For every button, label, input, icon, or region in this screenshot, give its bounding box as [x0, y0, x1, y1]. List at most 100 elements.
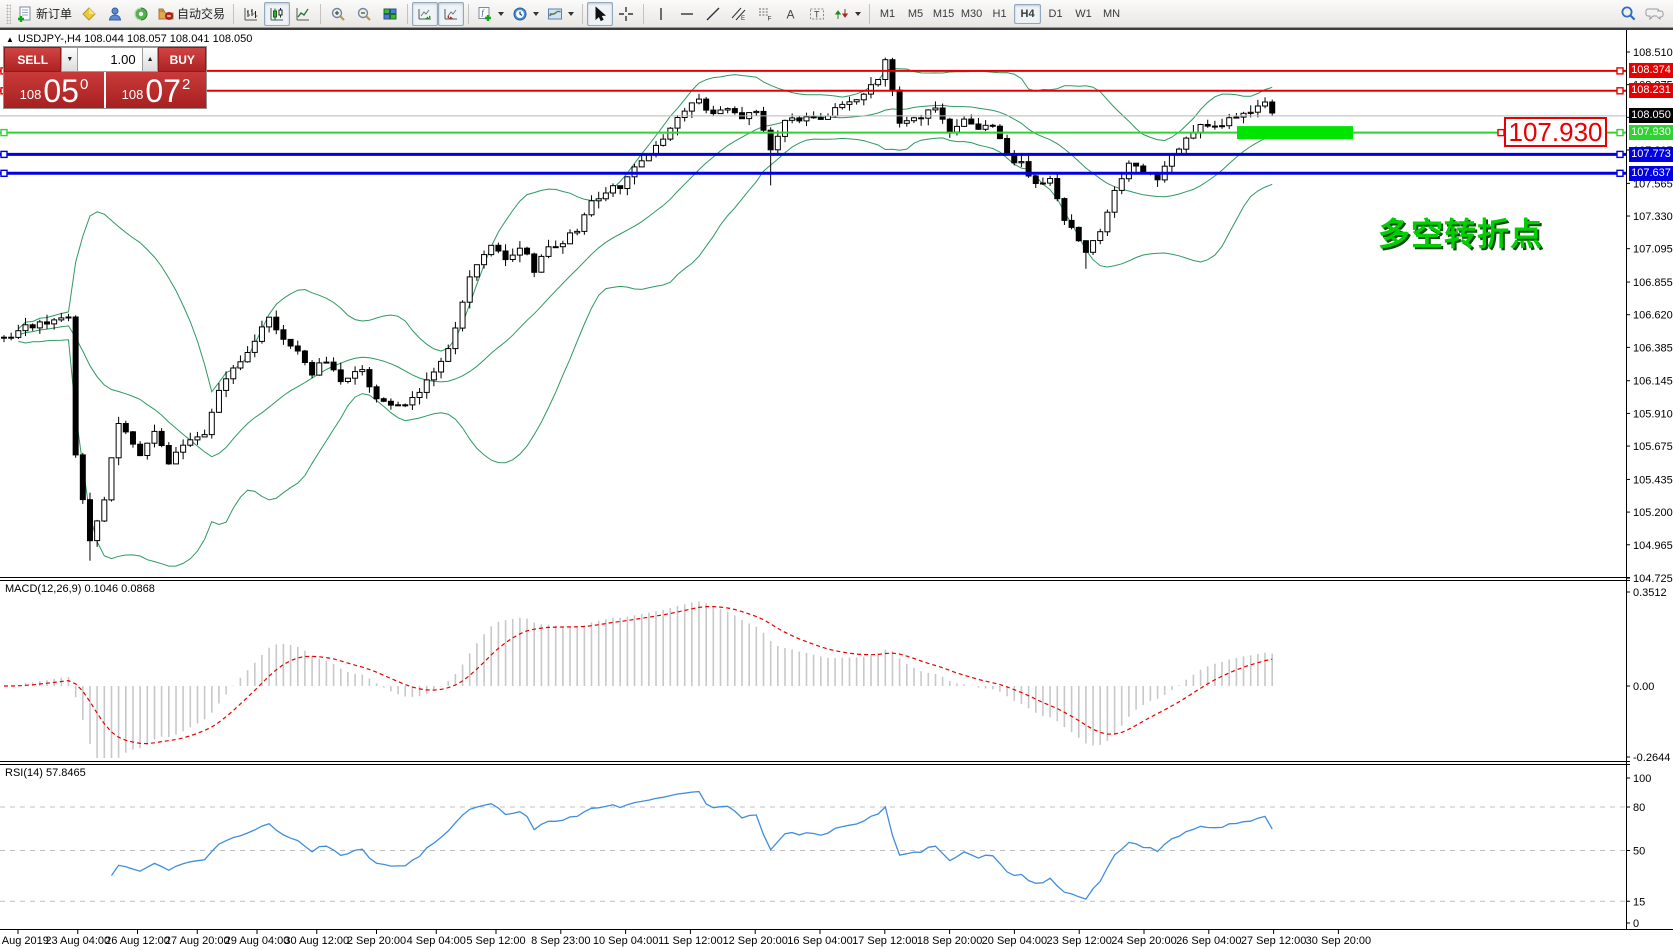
time-axis-label: 2 Sep 20:00 [347, 935, 406, 947]
timeframe-mn[interactable]: MN [1098, 4, 1125, 24]
rsi-tick-label: 0 [1633, 918, 1639, 930]
time-axis-label: 21 Aug 2019 [0, 935, 49, 947]
chat-bubbles-icon [1645, 8, 1664, 21]
toolbar-grip[interactable] [6, 3, 11, 24]
rsi-tick-label: 100 [1633, 773, 1651, 785]
new-order-label: 新订单 [36, 7, 73, 21]
time-axis-label: 27 Sep 12:00 [1241, 935, 1306, 947]
svg-text:E: E [741, 16, 745, 22]
equidistant-channel-button[interactable]: E [726, 2, 752, 26]
time-axis-label: 20 Sep 04:00 [982, 935, 1047, 947]
collapse-arrow-icon[interactable]: ▲ [6, 35, 14, 44]
time-axis-label: 30 Aug 12:00 [284, 935, 349, 947]
auto-scroll-button[interactable] [412, 1, 439, 26]
community-button[interactable] [102, 2, 128, 26]
arrows-icon [834, 8, 849, 19]
fibonacci-button[interactable]: F [752, 2, 778, 26]
price-callout-label[interactable]: 107.930 [1504, 117, 1607, 147]
rsi-tick-label: 80 [1633, 802, 1645, 814]
timeframe-d1[interactable]: D1 [1042, 4, 1069, 24]
time-axis-label: 29 Aug 04:00 [225, 935, 290, 947]
time-axis-label: 12 Sep 20:00 [722, 935, 787, 947]
volume-input[interactable]: 1.00 [78, 47, 142, 72]
time-axis-label: 24 Sep 20:00 [1111, 935, 1176, 947]
price-tick-label: 106.145 [1633, 376, 1673, 388]
timeframe-m30[interactable]: M30 [958, 4, 985, 24]
tile-windows-icon [383, 8, 397, 19]
time-axis-label: 23 Aug 04:00 [45, 935, 110, 947]
timeframe-h4[interactable]: H4 [1014, 3, 1042, 24]
sell-price-display[interactable]: 108 05 0 [4, 72, 104, 108]
price-badge-black: 108.050 [1629, 108, 1673, 123]
autotrading-icon [158, 8, 174, 20]
periods-button[interactable] [508, 2, 543, 26]
new-order-button[interactable]: 新订单 [13, 2, 76, 26]
svg-text:A: A [787, 7, 795, 21]
news-globe-icon [134, 6, 148, 21]
indicators-button[interactable]: f [473, 2, 508, 26]
chart-shift-button[interactable] [438, 1, 465, 26]
time-axis-label: 26 Sep 04:00 [1176, 935, 1241, 947]
search-icon [1621, 6, 1635, 21]
news-button[interactable] [128, 2, 154, 26]
tile-windows-button[interactable] [377, 2, 403, 26]
turning-point-annotation[interactable]: 多空转折点 [1378, 209, 1543, 255]
timeframe-m15[interactable]: M15 [930, 4, 957, 24]
svg-text:T: T [814, 9, 820, 19]
price-tick-label: 108.510 [1633, 47, 1673, 59]
new-order-icon [18, 6, 31, 22]
text-button[interactable]: A [778, 2, 804, 26]
auto-scroll-icon [418, 8, 432, 19]
svg-text:F: F [768, 15, 772, 22]
dropdown-caret-icon [855, 11, 862, 16]
vertical-line-icon [660, 7, 662, 20]
zoom-in-button[interactable] [325, 2, 351, 26]
buy-price-display[interactable]: 108 07 2 [106, 72, 206, 108]
bar-chart-button[interactable] [238, 2, 264, 26]
community-person-icon [108, 7, 122, 20]
dropdown-caret-icon [498, 11, 505, 16]
metaeditor-button[interactable] [76, 2, 102, 26]
macd-tick-label: -0.2644 [1633, 752, 1670, 764]
toolbar-separator [582, 3, 584, 24]
chat-button[interactable] [1641, 2, 1669, 26]
crosshair-icon [619, 6, 634, 21]
rsi-tick-label: 50 [1633, 846, 1645, 858]
timeframe-h1[interactable]: H1 [986, 4, 1013, 24]
buy-button[interactable]: BUY [158, 47, 206, 72]
volume-increase-button[interactable]: ▲ [141, 47, 159, 72]
search-button[interactable] [1615, 2, 1641, 26]
price-tick-label: 106.620 [1633, 310, 1673, 322]
text-icon: A [787, 7, 795, 21]
price-tick-label: 107.330 [1633, 211, 1673, 223]
equidistant-channel-icon: E [731, 7, 746, 22]
horizontal-line-button[interactable] [674, 2, 700, 26]
candlestick-chart-button[interactable] [264, 1, 291, 26]
arrows-button[interactable] [830, 2, 865, 26]
line-chart-button[interactable] [290, 2, 316, 26]
timeframe-group: M1 M5 M15 M30 H1 H4 D1 W1 MN [874, 3, 1125, 24]
sell-button[interactable]: SELL [4, 47, 62, 72]
time-axis-label: 10 Sep 04:00 [593, 935, 658, 947]
timeframe-m5[interactable]: M5 [902, 4, 929, 24]
indicators-icon: f [478, 6, 492, 21]
toolbar-separator [468, 3, 470, 24]
autotrading-button[interactable]: 自动交易 [154, 2, 229, 26]
dropdown-caret-icon [533, 11, 540, 16]
crosshair-button[interactable] [613, 2, 639, 26]
horizontal-line-icon [681, 12, 694, 15]
chart-title: ▲ USDJPY-,H4 108.044 108.057 108.041 108.… [6, 33, 253, 45]
zoom-out-button[interactable] [351, 2, 377, 26]
volume-decrease-button[interactable]: ▼ [61, 47, 79, 72]
text-label-button[interactable]: T [804, 2, 830, 26]
timeframe-w1[interactable]: W1 [1070, 4, 1097, 24]
periods-clock-icon [513, 7, 527, 20]
timeframe-m1[interactable]: M1 [874, 4, 901, 24]
chart-canvas[interactable]: 108.510108.275108.040107.805107.565107.3… [0, 0, 1673, 950]
trendline-icon [706, 7, 720, 20]
cursor-button[interactable] [587, 1, 614, 26]
trendline-button[interactable] [700, 2, 726, 26]
templates-button[interactable] [543, 2, 578, 26]
time-axis-label: 27 Aug 20:00 [165, 935, 230, 947]
vertical-line-button[interactable] [648, 2, 674, 26]
